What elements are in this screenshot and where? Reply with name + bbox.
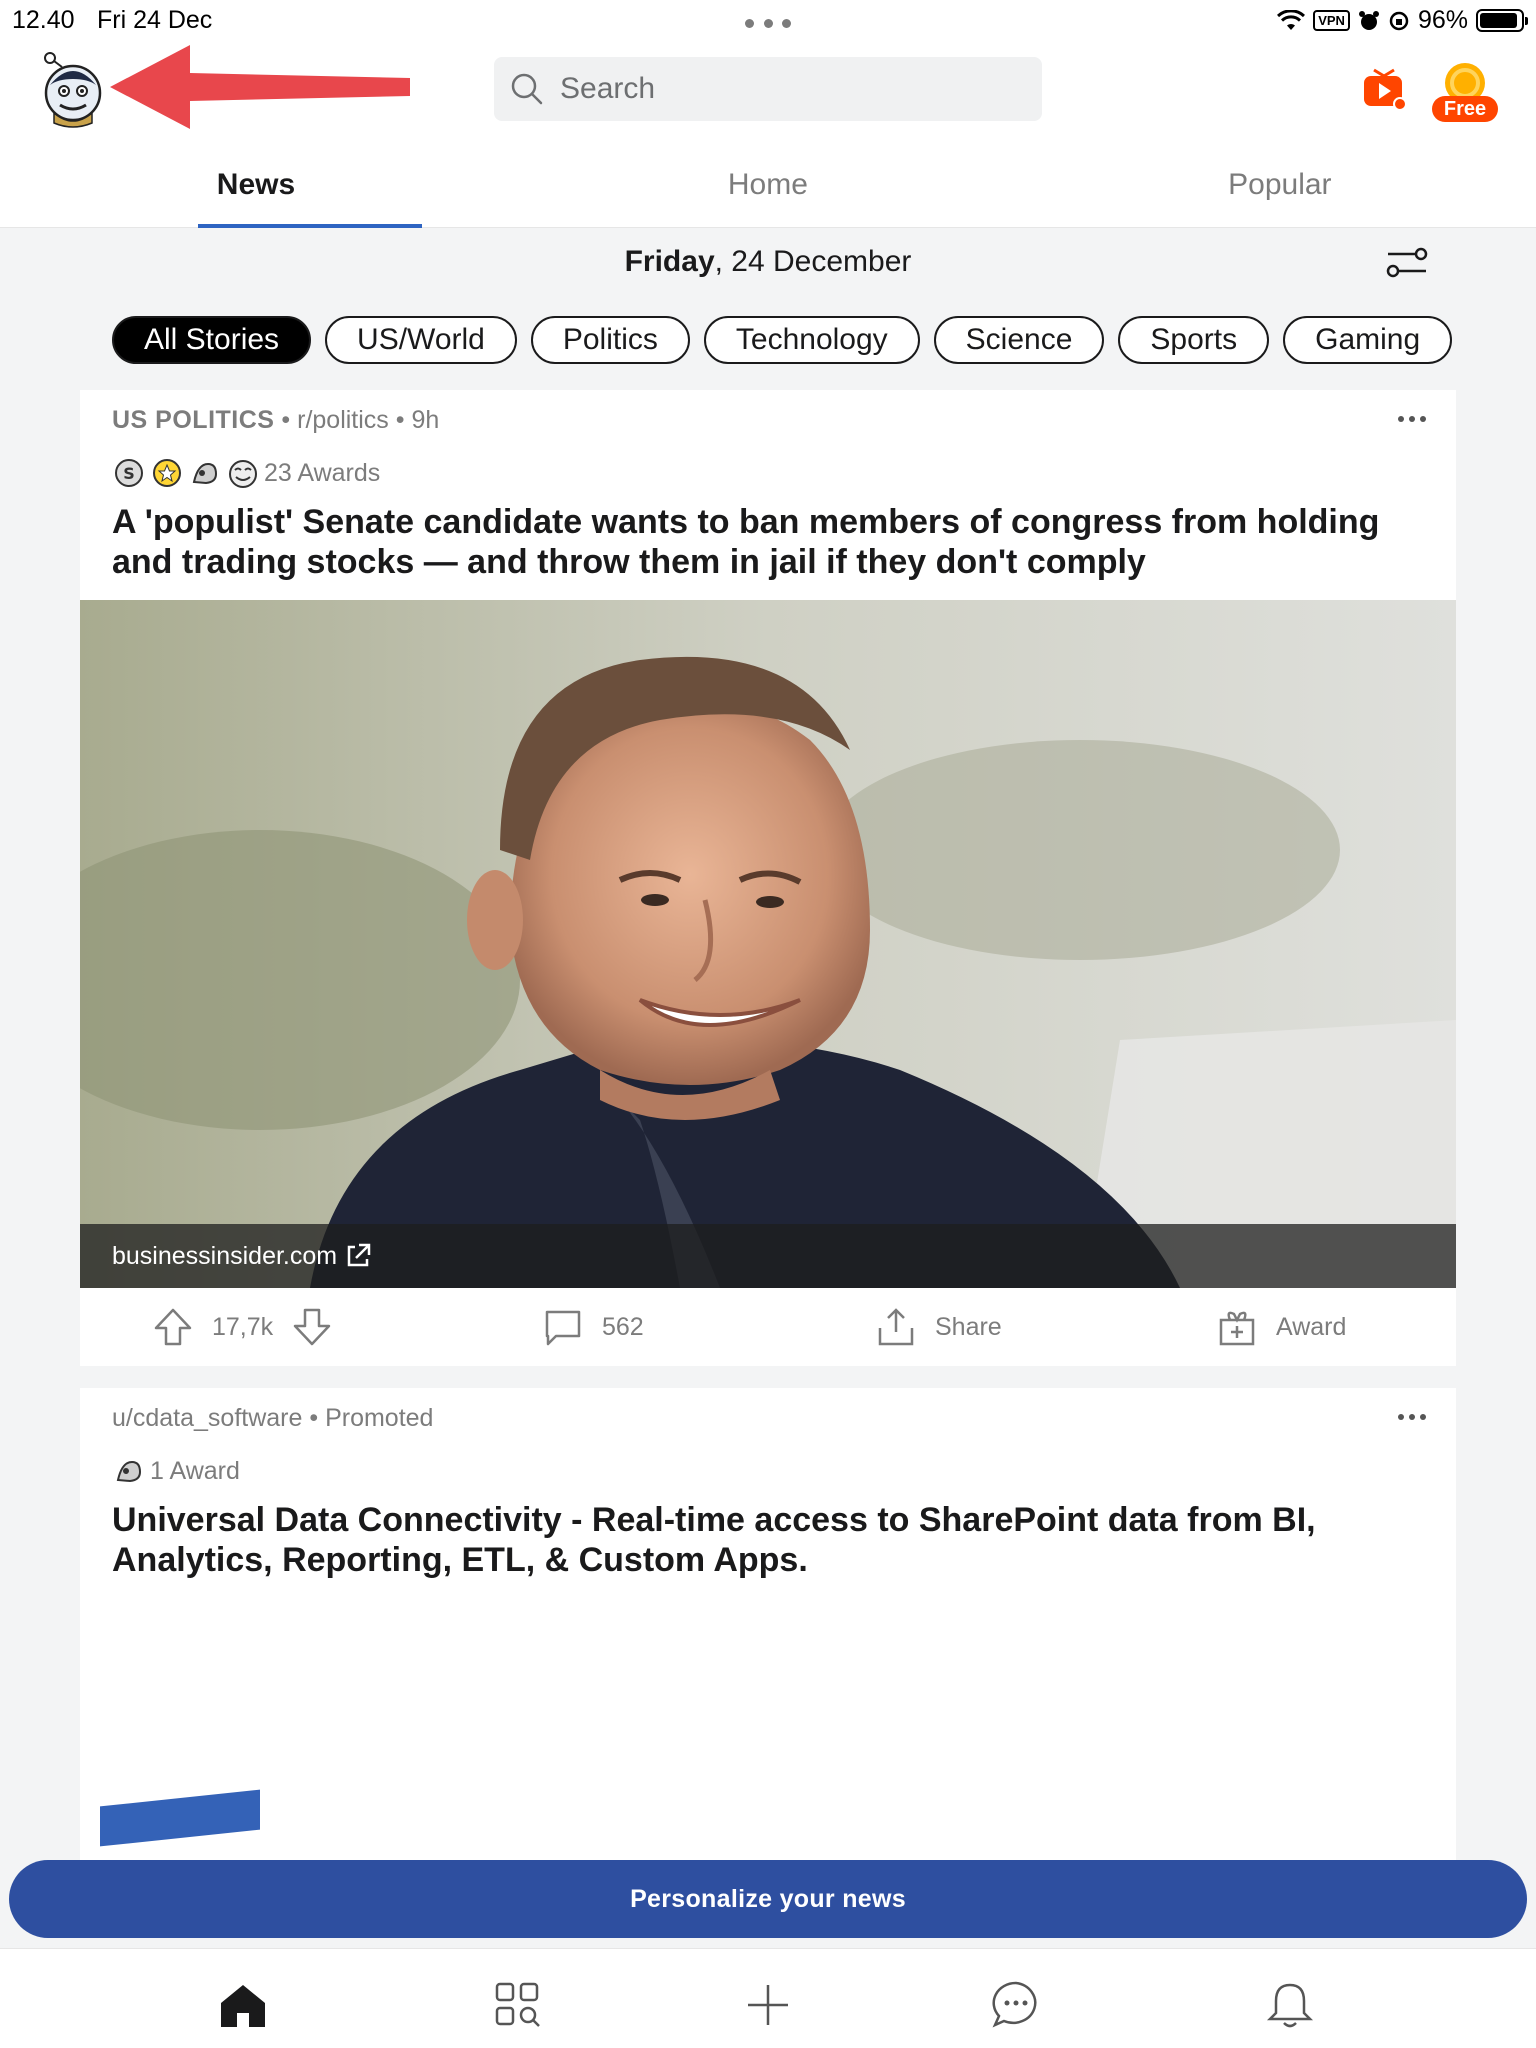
battery-percent: 96% xyxy=(1417,6,1468,34)
search-icon xyxy=(511,73,543,105)
post-thumbnail-image[interactable]: businessinsider.com xyxy=(80,600,1456,1288)
status-date: Fri 24 Dec xyxy=(97,6,213,34)
search-placeholder: Search xyxy=(560,72,656,105)
upvote-icon[interactable] xyxy=(152,1306,194,1348)
award-label: Award xyxy=(1276,1312,1347,1341)
app-header: Search Free News Home Popular xyxy=(0,40,1536,228)
chip-science[interactable]: Science xyxy=(933,316,1105,364)
vpn-badge: VPN xyxy=(1313,10,1350,31)
chip-us-world[interactable]: US/World xyxy=(325,316,517,364)
video-recap-icon[interactable] xyxy=(1360,64,1408,112)
downvote-icon[interactable] xyxy=(291,1306,333,1348)
post-title[interactable]: Universal Data Connectivity - Real-time … xyxy=(112,1500,1432,1580)
promoted-label: Promoted xyxy=(325,1404,434,1432)
search-bar[interactable]: Search xyxy=(494,57,1042,121)
chip-technology[interactable]: Technology xyxy=(703,316,920,364)
portrait-photo xyxy=(80,600,1456,1288)
svg-text:S: S xyxy=(123,464,135,483)
bottom-nav xyxy=(0,1948,1536,2048)
post-meta: u/cdata_software • Promoted xyxy=(112,1404,434,1432)
personalize-news-button[interactable]: Personalize your news xyxy=(9,1860,1527,1938)
awards-count: 1 Award xyxy=(150,1456,240,1485)
bell-icon[interactable] xyxy=(1264,1979,1316,2031)
post-subreddit[interactable]: r/politics xyxy=(297,406,389,434)
wifi-icon xyxy=(1277,9,1306,30)
promoted-post-card[interactable]: u/cdata_software • Promoted 1 Award Univ… xyxy=(80,1388,1456,1888)
comments-button[interactable]: 562 xyxy=(542,1288,644,1366)
post-title[interactable]: A 'populist' Senate candidate wants to b… xyxy=(112,502,1432,582)
chip-sports[interactable]: Sports xyxy=(1118,316,1270,364)
date-weekday: Friday xyxy=(624,245,715,278)
more-options-icon[interactable] xyxy=(1398,1414,1426,1420)
post-awards[interactable]: 1 Award xyxy=(112,1454,240,1488)
red-arrow-annotation-icon xyxy=(110,45,410,129)
date-heading: Friday, 24 December xyxy=(0,245,1536,279)
feed-tabs: News Home Popular xyxy=(0,158,1536,228)
home-icon[interactable] xyxy=(217,1979,269,2031)
status-time: 12.40 xyxy=(12,6,75,34)
gold-award-icon xyxy=(153,459,181,487)
post-awards[interactable]: S 23 Awards xyxy=(112,456,380,490)
vote-group: 17,7k xyxy=(152,1288,333,1366)
silver-award-icon: S xyxy=(115,459,143,487)
alarm-icon xyxy=(1358,10,1379,30)
rotation-lock-icon xyxy=(1389,11,1409,30)
post-author[interactable]: u/cdata_software xyxy=(112,1404,302,1432)
upvote-count: 17,7k xyxy=(212,1312,274,1341)
category-chips: All Stories US/World Politics Technology Sci… xyxy=(112,316,1456,366)
status-indicators: VPN 96% xyxy=(1277,6,1528,35)
share-button[interactable]: Share xyxy=(875,1288,1002,1366)
tab-news[interactable]: News xyxy=(0,158,512,228)
chip-all-stories[interactable]: All Stories xyxy=(112,316,312,364)
link-bar[interactable]: businessinsider.com xyxy=(80,1224,1456,1288)
awards-count: 23 Awards xyxy=(264,458,381,487)
post-actions: 17,7k 562 Share Award xyxy=(80,1288,1456,1366)
battery-icon xyxy=(1476,9,1528,32)
helpful-award-icon xyxy=(116,1460,142,1483)
share-icon xyxy=(878,1308,914,1346)
comment-icon xyxy=(545,1310,581,1346)
promo-image[interactable] xyxy=(100,1789,260,1847)
helpful-award-icon xyxy=(192,462,218,485)
multitasking-dots-icon[interactable] xyxy=(745,19,791,29)
tab-popular[interactable]: Popular xyxy=(1024,158,1536,228)
tab-home[interactable]: Home xyxy=(512,158,1024,228)
share-label: Share xyxy=(935,1312,1002,1341)
external-link-icon xyxy=(347,1243,371,1267)
chat-icon[interactable] xyxy=(990,1979,1042,2031)
date-rest: , 24 December xyxy=(714,245,912,278)
award-button[interactable]: Award xyxy=(1216,1288,1346,1366)
post-meta: US POLITICS • r/politics • 9h xyxy=(112,406,440,434)
link-domain[interactable]: businessinsider.com xyxy=(112,1242,337,1271)
comment-count: 562 xyxy=(602,1312,644,1341)
post-age: 9h xyxy=(411,406,440,434)
wholesome-award-icon xyxy=(229,460,257,488)
post-card[interactable]: US POLITICS • r/politics • 9h S 23 Award… xyxy=(80,390,1456,1366)
coins-free-button[interactable]: Free xyxy=(1432,60,1498,126)
free-badge: Free xyxy=(1432,96,1498,122)
post-label: US POLITICS xyxy=(112,406,275,434)
status-bar: 12.40 Fri 24 Dec VPN 96% xyxy=(0,0,1536,40)
discover-icon[interactable] xyxy=(492,1979,544,2031)
create-icon[interactable] xyxy=(742,1979,794,2031)
avatar[interactable] xyxy=(38,49,108,129)
gift-icon xyxy=(1219,1311,1255,1346)
more-options-icon[interactable] xyxy=(1398,416,1426,422)
chip-politics[interactable]: Politics xyxy=(530,316,690,364)
chip-gaming[interactable]: Gaming xyxy=(1283,316,1453,364)
filter-settings-icon[interactable] xyxy=(1386,244,1428,280)
